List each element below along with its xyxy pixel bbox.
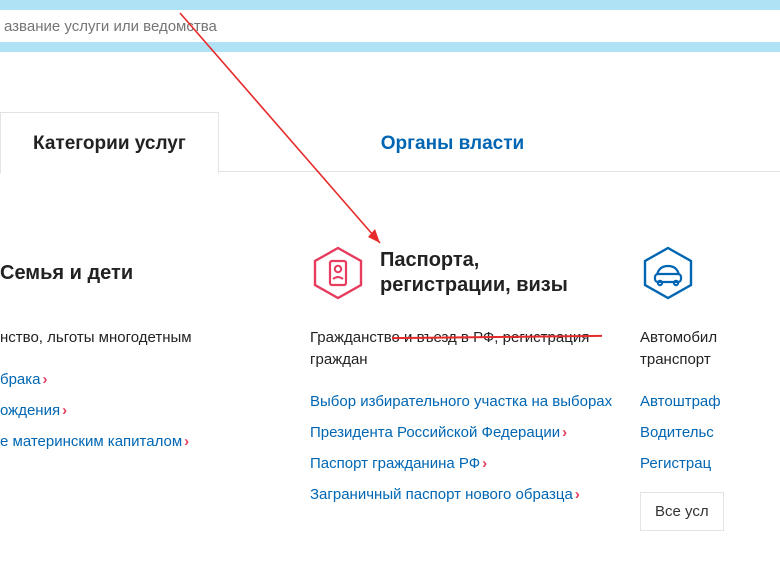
chevron-icon: › [562, 424, 567, 441]
tab-authorities[interactable]: Органы власти [349, 113, 556, 173]
link-auto-2[interactable]: Регистрац [640, 453, 780, 474]
link-text: брака [0, 371, 41, 388]
card-passports-links: Выбор избирательного участка на выборах … [310, 391, 602, 505]
all-services-button[interactable]: Все усл [640, 492, 724, 531]
link-passports-1[interactable]: Президента Российской Федерации› [310, 422, 602, 443]
search-bar [0, 0, 780, 52]
card-passports-head: Паспорта, регистрации, визы [310, 243, 602, 303]
card-passports: Паспорта, регистрации, визы Гражданство … [290, 243, 620, 531]
card-family-links: брака› ождения› е материнским капиталом› [0, 369, 272, 452]
car-hex-icon [640, 245, 696, 301]
chevron-icon: › [62, 402, 67, 419]
link-auto-0[interactable]: Автоштраф [640, 391, 780, 412]
chevron-icon: › [575, 486, 580, 503]
link-passports-0[interactable]: Выбор избирательного участка на выборах [310, 391, 602, 412]
link-text: Выбор избирательного участка на выборах [310, 393, 612, 410]
link-passports-3[interactable]: Заграничный паспорт нового образца› [310, 484, 602, 505]
tabs: Категории услуг Органы власти Жиз [0, 112, 780, 173]
passport-hex-icon [310, 245, 366, 301]
link-text: е материнским капиталом [0, 433, 182, 450]
card-auto: Автомобил транспорт Автоштраф Водительс … [620, 243, 780, 531]
link-auto-1[interactable]: Водительс [640, 422, 780, 443]
card-family-head: Семья и дети [0, 243, 272, 303]
link-family-1[interactable]: ождения› [0, 400, 272, 421]
link-text: Паспорт гражданина РФ [310, 455, 480, 472]
card-auto-desc: Автомобил транспорт [640, 327, 780, 371]
card-passports-title: Паспорта, регистрации, визы [380, 248, 602, 298]
link-passports-2[interactable]: Паспорт гражданина РФ› [310, 453, 602, 474]
card-auto-links: Автоштраф Водительс Регистрац [640, 391, 780, 474]
chevron-icon: › [184, 433, 189, 450]
card-family-title: Семья и дети [0, 261, 133, 286]
card-passports-desc: Гражданство и въезд в РФ, регистрация гр… [310, 327, 602, 371]
search-input[interactable] [0, 10, 780, 42]
tab-categories[interactable]: Категории услуг [0, 112, 219, 174]
card-auto-head [640, 243, 780, 303]
link-text: Водительс [640, 424, 714, 441]
chevron-icon: › [482, 455, 487, 472]
tab-situations[interactable]: Жиз [756, 113, 780, 173]
card-family: Семья и дети нство, льготы многодетным б… [0, 243, 290, 531]
link-text: Регистрац [640, 455, 711, 472]
chevron-icon: › [43, 371, 48, 388]
link-text: Заграничный паспорт нового образца [310, 486, 573, 503]
tabs-wrap: Категории услуг Органы власти Жиз [0, 112, 780, 173]
link-text: ождения [0, 402, 60, 419]
card-family-desc: нство, льготы многодетным [0, 327, 272, 349]
link-text: Президента Российской Федерации [310, 424, 560, 441]
cards-container: Семья и дети нство, льготы многодетным б… [0, 243, 780, 531]
link-family-2[interactable]: е материнским капиталом› [0, 431, 272, 452]
link-family-0[interactable]: брака› [0, 369, 272, 390]
link-text: Автоштраф [640, 393, 721, 410]
